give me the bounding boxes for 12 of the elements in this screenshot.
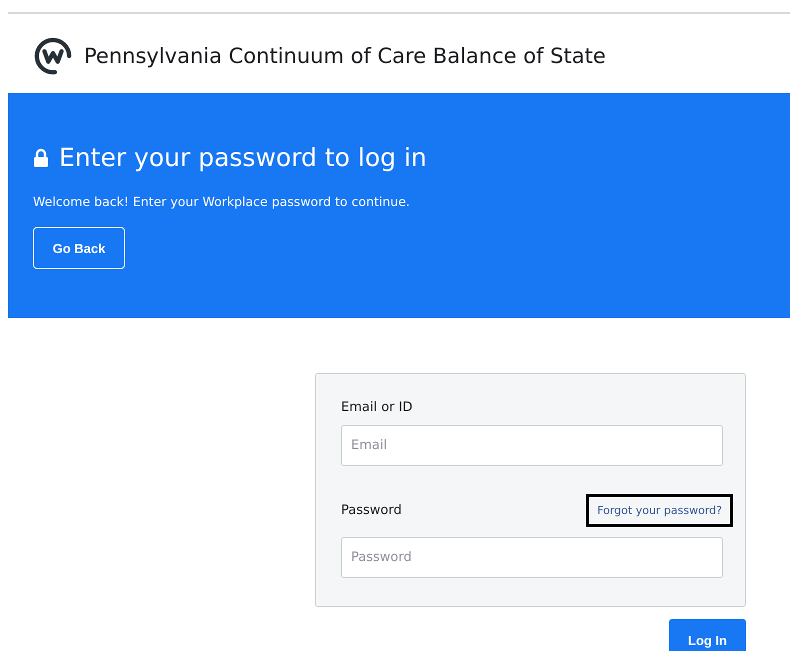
forgot-password-link[interactable]: Forgot your password? (586, 494, 733, 527)
logo-icon (34, 37, 72, 75)
lock-icon (33, 148, 49, 168)
field-label: Email or ID (341, 400, 412, 415)
field-label: Password (341, 503, 402, 518)
site-title: Pennsylvania Continuum of Care Balance of State (84, 44, 606, 68)
page-heading: Enter your password to log in (59, 143, 427, 172)
welcome-message: Welcome back! Enter your Workplace password to continue. (33, 194, 411, 209)
go-back-button[interactable]: Go Back (33, 227, 125, 269)
log-in-button[interactable]: Log In (669, 619, 746, 651)
input-field[interactable]: Password (341, 537, 723, 578)
input-field[interactable]: Email (341, 425, 723, 466)
